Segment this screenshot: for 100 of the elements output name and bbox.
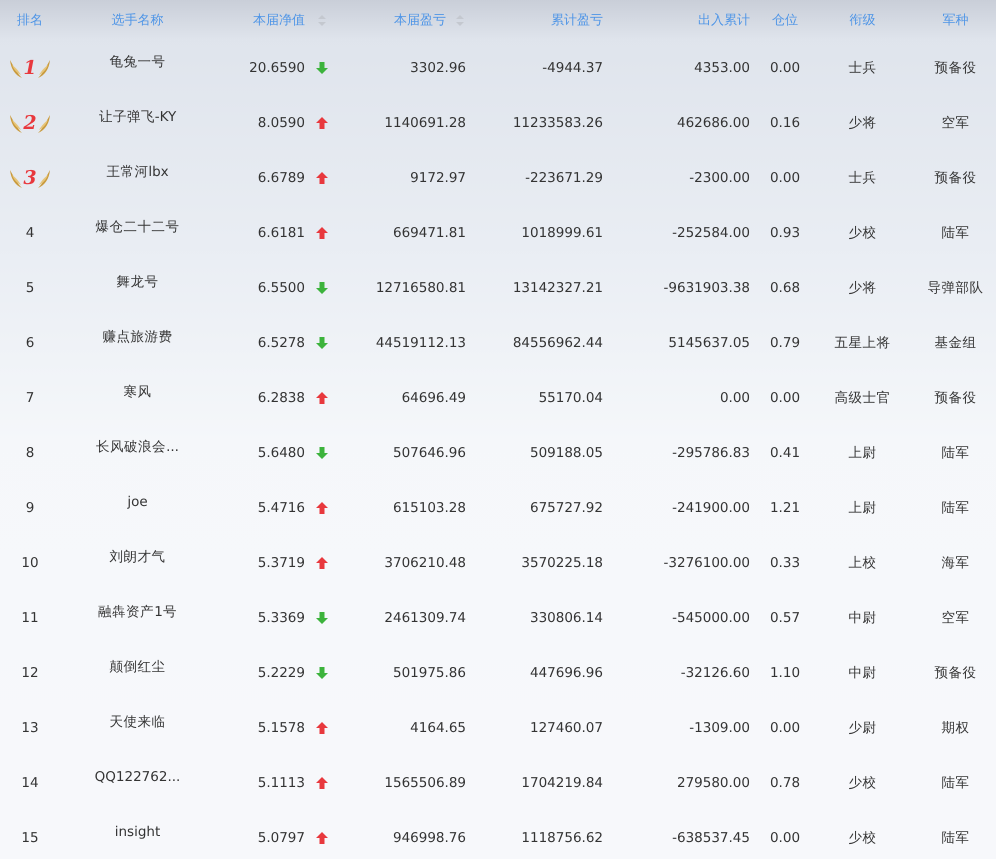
- table-cell: 少校: [848, 828, 876, 846]
- table-cell: 462686.00: [676, 114, 750, 130]
- column-header: 出入累计: [698, 12, 750, 29]
- table-cell: 0.16: [770, 114, 800, 130]
- rank-number: 1: [23, 56, 37, 78]
- player-name: 舞龙号: [116, 272, 158, 290]
- table-cell: 少校: [848, 224, 876, 242]
- table-cell: -241900.00: [672, 500, 750, 516]
- table-cell: 海军: [942, 554, 970, 572]
- table-cell: 9172.97: [410, 170, 466, 186]
- table-cell: 12716580.81: [376, 280, 466, 296]
- table-cell: 44519112.13: [376, 334, 466, 350]
- table-cell: 0.00: [770, 830, 800, 846]
- table-cell: 6.6789: [258, 170, 305, 186]
- rank-number: 3: [23, 166, 37, 188]
- table-cell: 1140691.28: [384, 114, 466, 130]
- table-cell: 3706210.48: [384, 554, 466, 570]
- table-cell: 少将: [848, 278, 876, 296]
- table-cell: 1.21: [770, 500, 800, 516]
- table-cell: -2300.00: [689, 170, 750, 186]
- table-cell: 5.6480: [258, 444, 305, 460]
- table-cell: 3302.96: [410, 60, 466, 76]
- table-cell: -9631903.38: [664, 280, 750, 296]
- table-cell: 5145637.05: [668, 334, 750, 350]
- player-name: 让子弹飞-KY: [98, 108, 176, 126]
- table-cell: 8.0590: [258, 114, 305, 130]
- table-cell: 615103.28: [392, 500, 466, 516]
- table-cell: 5.2229: [258, 664, 305, 680]
- rank-number: 10: [21, 554, 39, 570]
- table-cell: 946998.76: [392, 830, 466, 846]
- table-cell: 1.10: [770, 664, 800, 680]
- table-cell: 5.1578: [258, 720, 305, 736]
- rank-number: 5: [26, 280, 34, 296]
- table-cell: 0.78: [770, 774, 800, 790]
- table-cell: -32126.60: [680, 664, 750, 680]
- table-cell: 6.5500: [258, 280, 305, 296]
- table-cell: 1565506.89: [384, 774, 466, 790]
- table-cell: 669471.81: [392, 224, 466, 240]
- table-cell: 五星上将: [834, 334, 890, 352]
- table-cell: 0.68: [770, 280, 800, 296]
- table-cell: 少校: [848, 774, 876, 792]
- table-cell: -638537.45: [672, 830, 750, 846]
- table-cell: 330806.14: [530, 610, 603, 626]
- table-cell: -545000.00: [672, 610, 750, 626]
- table-cell: 中尉: [848, 608, 876, 626]
- player-name: 天使来临: [110, 712, 166, 730]
- table-cell: 501975.86: [392, 664, 466, 680]
- rank-number: 15: [21, 830, 39, 846]
- table-cell: 陆军: [942, 828, 970, 846]
- rank-number: 11: [21, 610, 39, 626]
- column-header[interactable]: 本届净值: [253, 11, 305, 29]
- rank-number: 6: [26, 334, 34, 350]
- table-cell: 少尉: [848, 718, 876, 736]
- table-cell: 5.3719: [258, 554, 305, 570]
- table-cell: 279580.00: [676, 774, 750, 790]
- table-cell: 13142327.21: [512, 280, 603, 296]
- table-cell: 0.41: [770, 444, 800, 460]
- table-cell: 20.6590: [249, 60, 305, 76]
- player-name: 龟兔一号: [110, 52, 166, 70]
- table-cell: 基金组: [934, 334, 976, 352]
- table-cell: 预备役: [934, 388, 976, 406]
- table-cell: -4944.37: [542, 60, 603, 76]
- table-cell: -252584.00: [672, 224, 750, 240]
- table-cell: 11233583.26: [512, 114, 603, 130]
- table-cell: 0.00: [720, 390, 750, 406]
- table-cell: -223671.29: [525, 170, 603, 186]
- rank-number: 13: [21, 720, 39, 736]
- table-cell: 3570225.18: [521, 554, 603, 570]
- table-cell: 5.0797: [258, 830, 305, 846]
- table-cell: 0.79: [770, 334, 800, 350]
- table-cell: 0.00: [770, 720, 800, 736]
- column-header: 军种: [942, 12, 968, 29]
- table-cell: 5.4716: [258, 500, 305, 516]
- column-header: 累计盈亏: [551, 12, 603, 29]
- table-cell: 预备役: [934, 168, 976, 186]
- table-cell: 高级士官: [834, 388, 890, 406]
- table-cell: 55170.04: [538, 390, 603, 406]
- table-cell: 0.00: [770, 390, 800, 406]
- table-cell: 6.2838: [258, 390, 305, 406]
- table-cell: 1118756.62: [521, 830, 603, 846]
- player-name: 爆仓二十二号: [96, 218, 180, 236]
- table-cell: 5.1113: [258, 774, 305, 790]
- table-cell: 1704219.84: [521, 774, 603, 790]
- table-cell: 0.00: [770, 170, 800, 186]
- player-name: joe: [127, 494, 148, 510]
- table-cell: 84556962.44: [512, 334, 603, 350]
- table-cell: 陆军: [942, 224, 970, 242]
- table-cell: 5.3369: [258, 610, 305, 626]
- rank-number: 4: [26, 224, 34, 240]
- column-header: 衔级: [850, 12, 876, 29]
- table-cell: 509188.05: [530, 444, 603, 460]
- table-cell: 675727.92: [530, 500, 603, 516]
- table-cell: 4164.65: [410, 720, 466, 736]
- table-cell: 2461309.74: [384, 610, 466, 626]
- player-name: 长风破浪会...: [96, 438, 179, 456]
- column-header[interactable]: 本届盈亏: [394, 11, 446, 29]
- column-header: 仓位: [772, 12, 798, 29]
- player-name: 颠倒红尘: [110, 658, 166, 676]
- table-cell: 上尉: [848, 444, 876, 462]
- table-cell: 导弹部队: [928, 278, 984, 296]
